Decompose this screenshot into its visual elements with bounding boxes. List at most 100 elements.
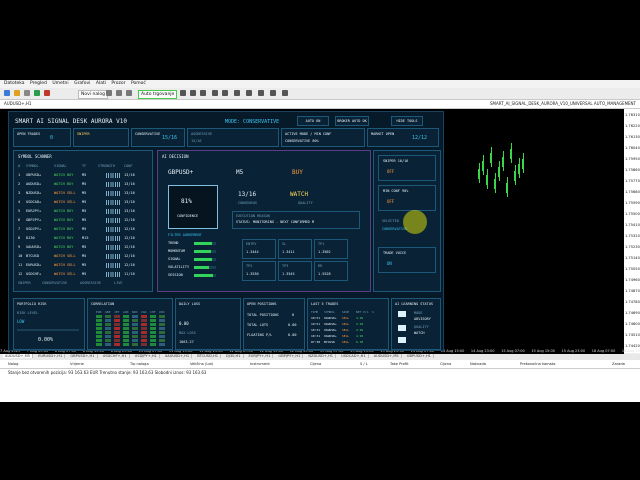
menu-window[interactable]: Prozor: [111, 80, 125, 88]
scanner-row[interactable]: 5 EURJPY+ WATCH BUY M5 13/16: [18, 207, 135, 216]
open-folder-icon[interactable]: [14, 90, 20, 96]
menu-file[interactable]: Datoteka: [4, 80, 25, 88]
meta-editor-icon[interactable]: [106, 90, 112, 96]
footer-live[interactable]: LIVE: [114, 281, 122, 285]
sniper-card[interactable]: SNIPER: [73, 128, 129, 147]
sniper-toggle[interactable]: SNIPER 16/16 OFF: [378, 155, 436, 181]
scanner-row[interactable]: 3 NZDUSD+ WATCH SELL M5 13/16: [18, 189, 135, 198]
chart-tab[interactable]: NZDUSD+,H1: [306, 354, 337, 358]
scanner-row[interactable]: 10 BTCUSD WATCH SELL M5 12/16: [18, 252, 135, 261]
footer-conservative[interactable]: CONSERVATIVE: [42, 281, 67, 285]
hide-tools-button[interactable]: HIDE TOOLS: [391, 116, 423, 126]
trade-voice-toggle[interactable]: TRADE VOICE ON: [378, 247, 436, 273]
chart-tab[interactable]: EURUSD+,H1: [36, 354, 66, 358]
auto-on-button[interactable]: AUTO ON: [297, 116, 329, 126]
conservative-card[interactable]: CONSERVATIVE 15/16: [131, 128, 185, 147]
learning-quality-label: QUALITY: [414, 325, 429, 329]
row-signal: WATCH BUY: [54, 182, 74, 186]
tile-windows-icon[interactable]: [234, 90, 240, 96]
scanner-col-tf: TF: [82, 164, 87, 168]
broker-auto-button[interactable]: BROKER AUTO OK: [335, 116, 369, 126]
scanner-row[interactable]: 11 EURUSD+ WATCH SELL M5 12/16: [18, 261, 135, 270]
indicators-icon[interactable]: [246, 90, 252, 96]
terminal-col-header[interactable]: Instrument: [250, 362, 270, 366]
terminal-col-header[interactable]: Vrijeme: [70, 362, 84, 366]
scanner-row[interactable]: 6 GBPJPY+ WATCH BUY M5 12/16: [18, 216, 135, 225]
terminal-col-header[interactable]: Veličina (Lot): [190, 362, 213, 366]
history-icon[interactable]: [44, 90, 50, 96]
candle-body: [486, 175, 488, 185]
price-tick: 1.74690: [625, 311, 640, 315]
menu-insert[interactable]: Umetni: [52, 80, 68, 88]
line-chart-icon[interactable]: [200, 90, 206, 96]
periods-icon[interactable]: [258, 90, 264, 96]
navigator-icon[interactable]: [34, 90, 40, 96]
price-tick: 1.75860: [625, 168, 640, 172]
chart-tab[interactable]: AUDUSD+,M5: [3, 354, 34, 358]
scanner-row[interactable]: 1 GBPUSD+ WATCH BUY M5 13/16: [18, 171, 135, 180]
terminal-col-header[interactable]: S / L: [360, 362, 368, 366]
min-conf-toggle[interactable]: MIN CONF 90% OFF: [378, 185, 436, 211]
terminal-col-header[interactable]: Cijena: [310, 362, 321, 366]
account-status-row[interactable]: Stanje bez otvorenih pozicija: 93 163.63…: [8, 370, 206, 375]
auto-trading-button[interactable]: Auto trgovanje: [138, 90, 178, 99]
chart-tab[interactable]: EURJPY+,H1: [247, 354, 274, 358]
scanner-row[interactable]: 2 AUDUSD+ WATCH BUY M5 13/16: [18, 180, 135, 189]
menu-help[interactable]: Pomoć: [131, 80, 146, 88]
trade-icon[interactable]: [116, 90, 122, 96]
chart-tab[interactable]: USDCHF+,H1: [101, 354, 130, 358]
row-confidence: 11/16: [124, 272, 135, 276]
ai-dashboard: SMART AI SIGNAL DESK AURORA V10 MODE: CO…: [8, 111, 444, 351]
row-strength-meter: [106, 200, 120, 205]
footer-sniper[interactable]: SNIPER: [18, 281, 31, 285]
scanner-row[interactable]: 4 USDCAD+ WATCH SELL M5 13/16: [18, 198, 135, 207]
chart-tab[interactable]: BTCUSD,H1: [195, 354, 221, 358]
new-chart-icon[interactable]: [4, 90, 10, 96]
new-order-button[interactable]: Novi nalog: [78, 90, 108, 99]
correlation-cell: [150, 339, 156, 342]
trade-symbol: BTCUSD: [324, 340, 335, 344]
chart-tab[interactable]: GBPJPY+,H1: [276, 354, 304, 358]
row-symbol: GBPJPY+: [26, 218, 42, 222]
crosshair-icon[interactable]: [282, 90, 288, 96]
selected-label: SELECTED: [382, 219, 399, 223]
sell-icon[interactable]: [126, 90, 132, 96]
zoom-out-icon[interactable]: [222, 90, 228, 96]
candlestick-icon[interactable]: [190, 90, 196, 96]
candle-body: [498, 167, 500, 177]
terminal-col-header[interactable]: Prekonoćna kamata: [520, 362, 555, 366]
chart-tab[interactable]: DJ30,H1: [224, 354, 244, 358]
chart-tab[interactable]: XAUUSD+,H1: [163, 354, 193, 358]
terminal-col-header[interactable]: Naknada: [470, 362, 486, 366]
trade-time: 10:31: [311, 328, 321, 332]
menu-charts[interactable]: Grafovi: [74, 80, 90, 88]
scanner-row[interactable]: 12 USDCHF+ WATCH SELL M5 11/16: [18, 270, 135, 279]
terminal-col-header[interactable]: Take Profit: [390, 362, 408, 366]
correlation-cell: [150, 315, 156, 318]
footer-aggressive[interactable]: AGGRESSIVE: [80, 281, 101, 285]
scanner-row[interactable]: 7 USDJPY+ WATCH BUY M5 12/16: [18, 225, 135, 234]
terminal-col-header[interactable]: Tip naloga: [130, 362, 149, 366]
templates-icon[interactable]: [270, 90, 276, 96]
scanner-row[interactable]: 8 DJ30 WATCH BUY M15 12/16: [18, 234, 135, 243]
chart-tab[interactable]: USDJPY+,H1: [133, 354, 160, 358]
chart-tab[interactable]: GBPUSD+,H1: [68, 354, 98, 358]
trade-side: SELL: [342, 316, 350, 320]
aggressive-card[interactable]: AGGRESSIVE 15/16: [187, 128, 279, 147]
chart-tab[interactable]: AUDUSD+,M5: [372, 354, 402, 358]
trade-time: 10:31: [311, 334, 321, 338]
terminal-col-header[interactable]: Zarada: [612, 362, 625, 366]
terminal-col-header[interactable]: Nalog: [8, 362, 18, 366]
chart-tab[interactable]: USDCAD+,H1: [339, 354, 369, 358]
bar-chart-icon[interactable]: [180, 90, 186, 96]
scanner-row[interactable]: 9 XAUUSD+ WATCH BUY M5 12/16: [18, 243, 135, 252]
zoom-in-icon[interactable]: [212, 90, 218, 96]
profiles-icon[interactable]: [24, 90, 30, 96]
menu-tools[interactable]: Alati: [96, 80, 106, 88]
trade-voice-value: ON: [387, 261, 392, 266]
correlation-cell: [159, 323, 165, 326]
level-label: TP3: [282, 264, 289, 268]
terminal-col-header[interactable]: Cijena: [440, 362, 451, 366]
menu-view[interactable]: Pregled: [30, 80, 47, 88]
chart-tab[interactable]: GBPUSD+,H1: [405, 354, 434, 358]
